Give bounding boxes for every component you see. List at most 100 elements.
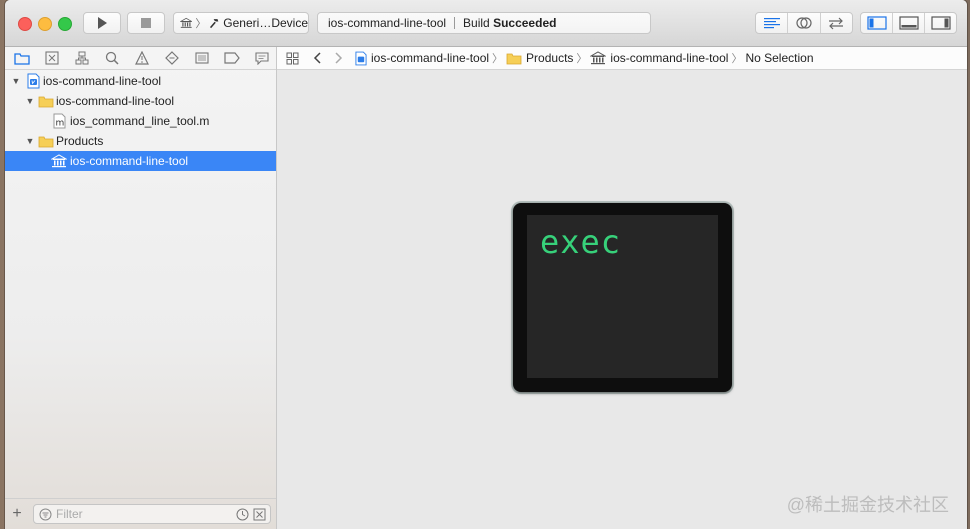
breadcrumb-label: ios-command-line-tool xyxy=(371,51,490,65)
file-tree: ▼ ios-command-line-tool ▼ ios-command-li… xyxy=(5,71,276,171)
disclosure-triangle-icon[interactable]: ▼ xyxy=(25,96,35,106)
standard-editor-button[interactable] xyxy=(756,13,789,33)
tab-issue-navigator[interactable] xyxy=(131,48,153,68)
build-status-result: Succeeded xyxy=(493,16,557,30)
navigator-panel-icon xyxy=(866,16,887,30)
tree-row-products[interactable]: ▼ Products xyxy=(5,131,276,151)
editor-area: exec @稀土掘金技术社区 xyxy=(277,70,967,529)
activity-divider xyxy=(454,17,456,29)
hammer-icon xyxy=(210,19,219,29)
svg-text:m: m xyxy=(55,119,64,129)
gauge-icon xyxy=(195,52,209,64)
play-icon xyxy=(98,17,107,29)
terminal-screen: exec xyxy=(527,215,718,378)
breadcrumb-chevron-icon: 〉 xyxy=(576,53,588,65)
inspector-panel-icon xyxy=(930,16,951,30)
warning-icon xyxy=(135,51,149,65)
debug-panel-icon xyxy=(898,16,919,30)
scheme-chevron-icon: 〉 xyxy=(195,18,207,30)
stop-button[interactable] xyxy=(127,12,165,34)
folder-icon xyxy=(38,93,54,109)
tab-find-navigator[interactable] xyxy=(101,48,123,68)
version-editor-icon xyxy=(829,17,844,30)
activity-viewer: ios-command-line-tool Build Succeeded xyxy=(317,12,651,34)
tab-symbol-navigator[interactable] xyxy=(71,48,93,68)
activity-project-label: ios-command-line-tool xyxy=(328,16,447,30)
filter-input[interactable]: Filter xyxy=(33,504,271,524)
build-status-prefix: Build xyxy=(463,16,490,30)
scheme-selector[interactable]: 〉 Generi…Device xyxy=(173,12,309,34)
breadcrumb-executable[interactable]: ios-command-line-tool xyxy=(590,51,728,65)
build-status: Build Succeeded xyxy=(463,16,556,30)
tab-breakpoint-navigator[interactable] xyxy=(221,48,243,68)
folder-icon xyxy=(14,52,30,65)
breadcrumb-label: No Selection xyxy=(745,51,814,65)
version-editor-button[interactable] xyxy=(821,13,852,33)
toggle-inspector-button[interactable] xyxy=(925,13,956,33)
exec-label: exec xyxy=(540,223,622,261)
forward-arrow-icon[interactable] xyxy=(335,52,343,64)
tab-debug-navigator[interactable] xyxy=(191,48,213,68)
tree-row-source-file[interactable]: m ios_command_line_tool.m xyxy=(5,111,276,131)
assistant-editor-button[interactable] xyxy=(788,13,821,33)
project-icon xyxy=(355,51,367,65)
search-icon xyxy=(105,51,119,65)
breadcrumb-label: Products xyxy=(526,51,574,65)
speech-bubble-icon xyxy=(255,52,269,65)
source-control-filter-icon[interactable] xyxy=(253,508,266,521)
project-navigator: ▼ ios-command-line-tool ▼ ios-command-li… xyxy=(5,47,277,529)
hierarchy-icon xyxy=(75,51,89,65)
scheme-target-icon xyxy=(180,17,193,28)
project-icon xyxy=(25,73,41,89)
breadcrumb-no-selection[interactable]: No Selection xyxy=(745,51,813,65)
run-button[interactable] xyxy=(83,12,121,34)
tree-label: ios-command-line-tool xyxy=(70,154,189,168)
executable-icon xyxy=(590,51,607,65)
toggle-debug-area-button[interactable] xyxy=(893,13,925,33)
filter-options xyxy=(236,508,266,521)
editor-mode-group xyxy=(755,12,853,34)
close-window-button[interactable] xyxy=(18,17,32,31)
tree-row-project[interactable]: ▼ ios-command-line-tool xyxy=(5,71,276,91)
executable-icon xyxy=(51,153,67,169)
unix-executable-icon: exec xyxy=(513,203,732,392)
tree-row-executable[interactable]: ios-command-line-tool xyxy=(5,151,276,171)
breakpoint-icon xyxy=(224,52,240,64)
zoom-window-button[interactable] xyxy=(58,17,72,31)
disclosure-triangle-icon[interactable]: ▼ xyxy=(11,76,21,86)
folder-icon xyxy=(506,53,522,64)
view-toggle-group xyxy=(860,12,957,34)
add-file-button[interactable]: + xyxy=(5,505,29,523)
objc-file-icon: m xyxy=(51,113,67,129)
related-items-grid-icon[interactable] xyxy=(286,52,299,65)
navigator-tab-bar xyxy=(5,47,276,70)
standard-editor-icon xyxy=(763,18,780,29)
tree-label: ios-command-line-tool xyxy=(43,74,162,88)
tab-project-navigator[interactable] xyxy=(11,48,33,68)
breadcrumb-project[interactable]: ios-command-line-tool xyxy=(355,51,489,66)
tree-label: ios_command_line_tool.m xyxy=(70,114,210,128)
recent-files-clock-icon[interactable] xyxy=(236,508,249,521)
breadcrumb-chevron-icon: 〉 xyxy=(492,53,504,65)
navigator-filter-bar: + Filter xyxy=(5,498,276,529)
diamond-icon xyxy=(165,51,179,65)
disclosure-triangle-icon[interactable]: ▼ xyxy=(25,136,35,146)
tree-label: Products xyxy=(56,134,104,148)
filter-icon xyxy=(39,508,52,520)
toolbar: 〉 Generi…Device ios-command-line-tool Bu… xyxy=(5,0,967,47)
tab-source-control-navigator[interactable] xyxy=(41,48,63,68)
tab-report-navigator[interactable] xyxy=(251,48,273,68)
toggle-navigator-button[interactable] xyxy=(861,13,893,33)
tree-row-group[interactable]: ▼ ios-command-line-tool xyxy=(5,91,276,111)
back-arrow-icon[interactable] xyxy=(313,52,321,64)
tab-test-navigator[interactable] xyxy=(161,48,183,68)
assistant-editor-icon xyxy=(796,17,812,29)
jump-bar: ios-command-line-tool 〉 Products 〉 ios-c… xyxy=(277,47,967,70)
scheme-destination-label: Generi…Device xyxy=(223,16,308,30)
breadcrumb-products[interactable]: Products xyxy=(506,51,573,65)
watermark: @稀土掘金技术社区 xyxy=(786,495,949,515)
xcode-window: 〉 Generi…Device ios-command-line-tool Bu… xyxy=(5,0,967,529)
breadcrumb-label: ios-command-line-tool xyxy=(610,51,729,65)
tree-label: ios-command-line-tool xyxy=(56,94,175,108)
minimize-window-button[interactable] xyxy=(38,17,52,31)
